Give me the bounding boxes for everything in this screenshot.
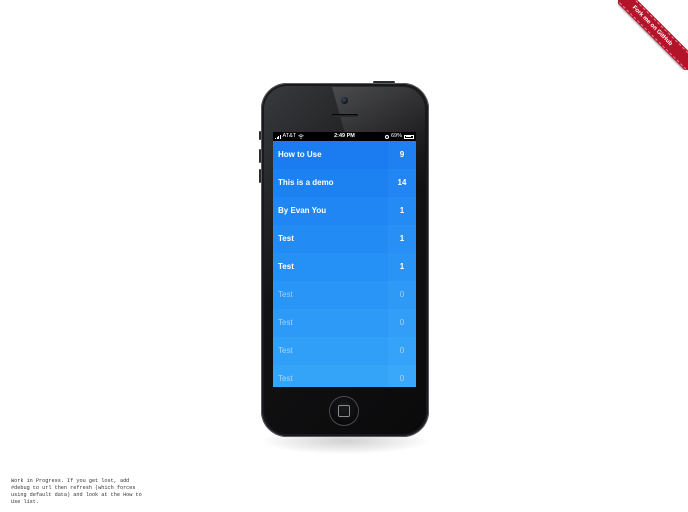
list-item-count: 0 <box>399 318 405 327</box>
list-item[interactable]: How to Use 9 <box>273 141 416 169</box>
status-right: 69% <box>384 132 414 141</box>
fork-ribbon-container: Fork me on GitHub <box>618 0 688 70</box>
list-item[interactable]: This is a demo 14 <box>273 169 416 197</box>
iphone-frame: AT&T 2:49 PM 69% How to Use 9 This is a … <box>259 81 429 437</box>
front-camera <box>341 97 348 104</box>
list-item-title: Test <box>278 346 293 355</box>
power-button <box>373 81 395 83</box>
list-item[interactable]: Test 1 <box>273 225 416 253</box>
list-item-title: Test <box>278 262 294 271</box>
home-button <box>329 396 359 426</box>
rotation-lock-icon <box>384 134 389 139</box>
list-item-count: 0 <box>399 290 405 299</box>
list-item[interactable]: Test 0 <box>273 281 416 309</box>
list-item-title: Test <box>278 290 293 299</box>
list-item-count: 0 <box>399 374 405 383</box>
list-item-count: 0 <box>399 346 405 355</box>
list-item[interactable]: Test 0 <box>273 365 416 387</box>
list-view: How to Use 9 This is a demo 14 By Evan You 1 T… <box>273 141 416 387</box>
home-square-icon <box>338 405 350 417</box>
list-item-title: Test <box>278 234 294 243</box>
battery-percent: 69% <box>390 133 402 139</box>
battery-fill <box>405 136 412 137</box>
phone-screen: AT&T 2:49 PM 69% How to Use 9 This is a … <box>273 132 416 387</box>
list-item-count: 9 <box>399 150 405 159</box>
list-item-title: By Evan You <box>278 206 327 215</box>
footnote-text: Work in Progress. If you get lost, add #… <box>11 478 142 505</box>
list-item-title: This is a demo <box>278 178 334 187</box>
list-item-title: Test <box>278 374 293 383</box>
list-item[interactable]: Test 0 <box>273 309 416 337</box>
volume-down-button <box>259 169 261 183</box>
list-item-title: How to Use <box>278 150 322 159</box>
volume-up-button <box>259 149 261 163</box>
list-item-count: 1 <box>399 234 405 243</box>
list-item-count: 14 <box>397 178 407 187</box>
list-item-title: Test <box>278 318 293 327</box>
list-item-count: 1 <box>399 206 405 215</box>
list-item[interactable]: Test 1 <box>273 253 416 281</box>
fork-me-on-github-ribbon[interactable]: Fork me on GitHub <box>618 0 688 70</box>
battery-icon <box>404 134 414 139</box>
status-bar: AT&T 2:49 PM 69% <box>273 132 416 141</box>
list-item[interactable]: By Evan You 1 <box>273 197 416 225</box>
page: Fork me on GitHub AT&T 2:49 PM 69% How t… <box>0 0 688 512</box>
list-item-count: 1 <box>399 262 405 271</box>
earpiece-speaker <box>332 114 358 117</box>
list-item[interactable]: Test 0 <box>273 337 416 365</box>
mute-switch <box>259 131 261 140</box>
